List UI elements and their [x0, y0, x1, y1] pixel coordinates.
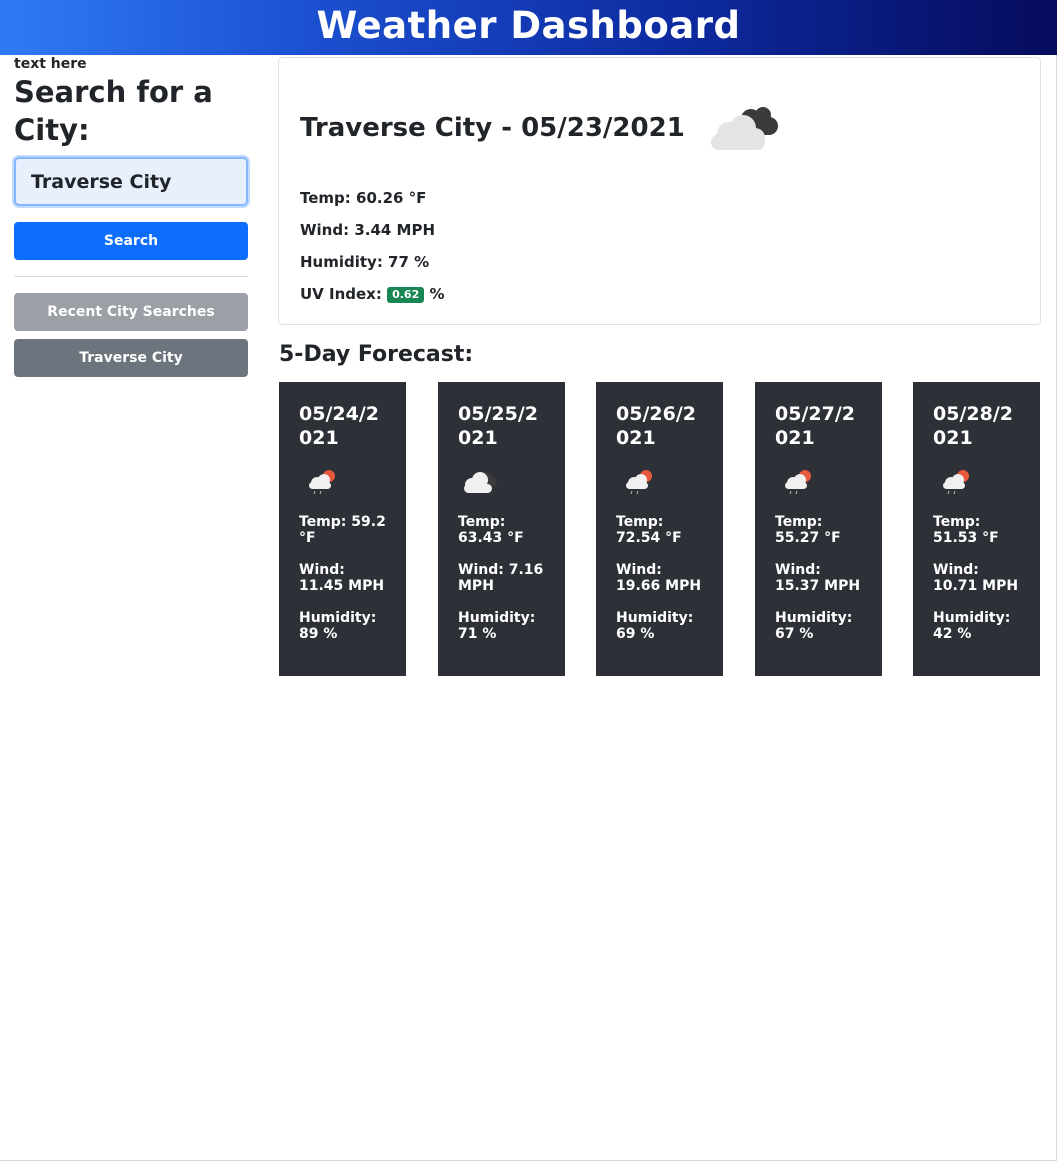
forecast-date: 05/26/2021 — [616, 403, 696, 449]
current-uv: UV Index: 0.62 % — [300, 285, 445, 303]
forecast-row: 05/24/2021 Temp: 59.2 °F Wind: 11.45 MPH… — [279, 382, 1041, 676]
forecast-card: 05/24/2021 Temp: 59.2 °F Wind: 11.45 MPH… — [279, 382, 406, 676]
uv-label: UV Index: — [300, 285, 382, 303]
forecast-humidity: Humidity: 67 % — [775, 610, 853, 642]
recent-searches-button[interactable]: Recent City Searches — [14, 293, 248, 331]
forecast-wind: Wind: 11.45 MPH — [299, 562, 385, 594]
forecast-card: 05/28/2021 Temp: 51.53 °F Wind: 10.71 MP… — [913, 382, 1040, 676]
current-humidity: Humidity: 77 % — [300, 253, 430, 271]
page-title: Weather Dashboard — [316, 4, 741, 47]
history-city-button[interactable]: Traverse City — [14, 339, 248, 377]
rain-sun-icon — [626, 470, 652, 495]
city-search-input[interactable] — [14, 157, 248, 206]
clouds-icon — [710, 107, 778, 150]
rain-sun-icon — [309, 470, 335, 495]
forecast-card: 05/25/2021 Temp: 63.43 °F Wind: 7.16 MPH… — [438, 382, 565, 676]
forecast-date: 05/28/2021 — [933, 403, 1013, 449]
placeholder-text: text here — [14, 56, 87, 72]
forecast-wind: Wind: 19.66 MPH — [616, 562, 702, 594]
page-header: Weather Dashboard — [0, 0, 1057, 55]
current-title-row: Traverse City - 05/23/2021 — [300, 102, 783, 154]
forecast-humidity: Humidity: 42 % — [933, 610, 1011, 642]
current-wind: Wind: 3.44 MPH — [300, 221, 436, 239]
forecast-wind: Wind: 10.71 MPH — [933, 562, 1019, 594]
forecast-temp: Temp: 72.54 °F — [616, 514, 682, 546]
divider — [14, 276, 248, 277]
forecast-card: 05/26/2021 Temp: 72.54 °F Wind: 19.66 MP… — [596, 382, 723, 676]
forecast-humidity: Humidity: 89 % — [299, 610, 377, 642]
forecast-temp: Temp: 51.53 °F — [933, 514, 999, 546]
uv-unit: % — [429, 285, 445, 303]
forecast-wind: Wind: 15.37 MPH — [775, 562, 861, 594]
forecast-date: 05/24/2021 — [299, 403, 379, 449]
search-panel: text here Search for a City: Search Rece… — [14, 56, 248, 377]
forecast-humidity: Humidity: 71 % — [458, 610, 536, 642]
forecast-wind: Wind: 7.16 MPH — [458, 562, 544, 594]
clouds-icon — [464, 472, 497, 493]
forecast-temp: Temp: 63.43 °F — [458, 514, 524, 546]
search-heading: Search for a City: — [14, 75, 213, 147]
rain-sun-icon — [785, 470, 811, 495]
rain-sun-icon — [943, 470, 969, 495]
current-temp: Temp: 60.26 °F — [300, 189, 427, 207]
uv-badge: 0.62 — [387, 287, 425, 303]
forecast-temp: Temp: 55.27 °F — [775, 514, 841, 546]
forecast-date: 05/25/2021 — [458, 403, 538, 449]
forecast-card: 05/27/2021 Temp: 55.27 °F Wind: 15.37 MP… — [755, 382, 882, 676]
search-button[interactable]: Search — [14, 222, 248, 260]
current-weather-card: Traverse City - 05/23/2021 Temp: 60.26 °… — [278, 57, 1041, 325]
forecast-date: 05/27/2021 — [775, 403, 855, 449]
forecast-humidity: Humidity: 69 % — [616, 610, 694, 642]
forecast-heading: 5-Day Forecast: — [279, 342, 474, 367]
forecast-temp: Temp: 59.2 °F — [299, 514, 386, 546]
current-city-date: Traverse City - 05/23/2021 — [300, 113, 685, 143]
